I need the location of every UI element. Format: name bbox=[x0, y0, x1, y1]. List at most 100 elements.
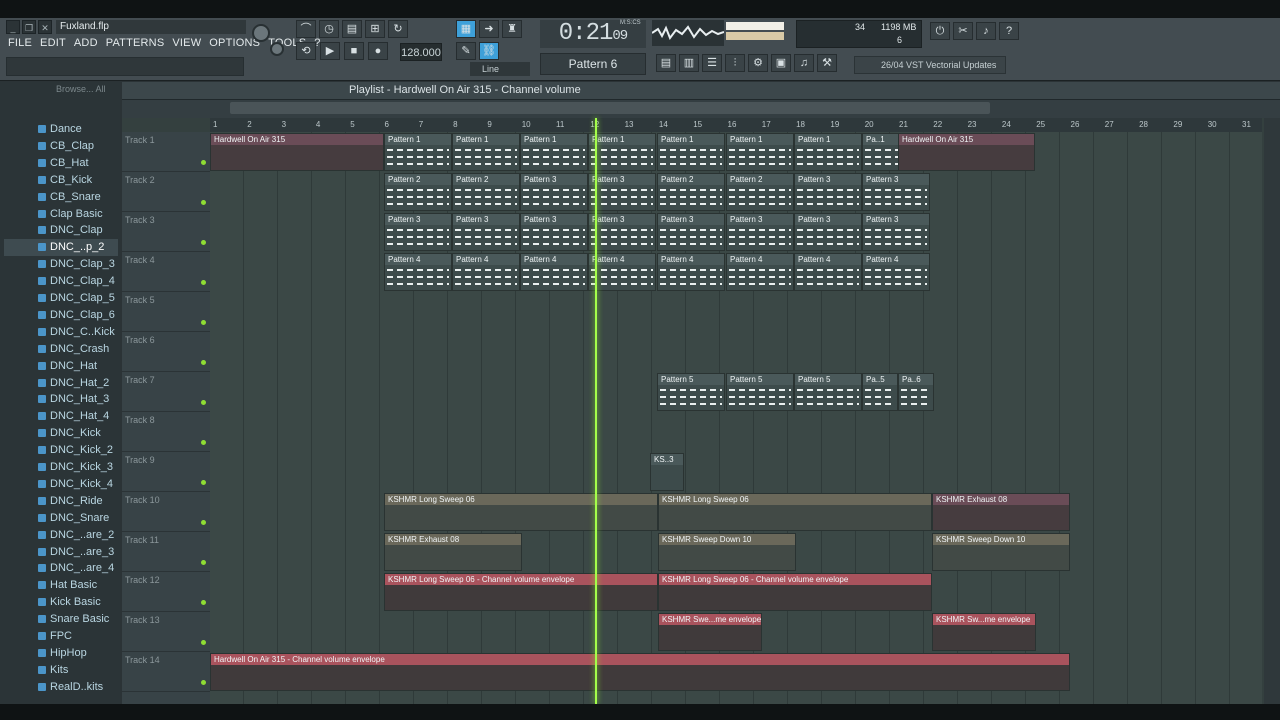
arrow-icon[interactable]: ➜ bbox=[479, 20, 499, 38]
playlist-clip[interactable]: Pattern 4 bbox=[794, 253, 862, 291]
playlist-clip[interactable]: Pattern 3 bbox=[588, 213, 656, 251]
play-button[interactable]: ▶ bbox=[320, 42, 340, 60]
master-pitch-knob[interactable] bbox=[270, 42, 284, 56]
track-active-led[interactable] bbox=[201, 520, 206, 525]
browser-item[interactable]: Clap Basic bbox=[4, 206, 118, 223]
playlist-clip[interactable]: KS..3 bbox=[650, 453, 684, 491]
playlist-clip[interactable]: Pattern 4 bbox=[588, 253, 656, 291]
playlist-clip[interactable]: Pattern 4 bbox=[452, 253, 520, 291]
browser-item[interactable]: DNC_Hat_3 bbox=[4, 391, 118, 408]
playlist-clip[interactable]: Pattern 3 bbox=[794, 213, 862, 251]
track-header[interactable]: Track 2 bbox=[122, 172, 210, 212]
browser-item[interactable]: CB_Snare bbox=[4, 189, 118, 206]
playlist-clip[interactable]: Pattern 3 bbox=[862, 173, 930, 211]
track-active-led[interactable] bbox=[201, 240, 206, 245]
playlist-clip[interactable]: Pattern 2 bbox=[726, 173, 794, 211]
track-active-led[interactable] bbox=[201, 280, 206, 285]
browser-item[interactable]: DNC_Hat_4 bbox=[4, 408, 118, 425]
playlist-clip[interactable]: KSHMR Long Sweep 06 bbox=[658, 493, 932, 531]
link-icon[interactable]: ⛓ bbox=[479, 42, 499, 60]
playlist-clip[interactable]: Pattern 1 bbox=[384, 133, 452, 171]
track-active-led[interactable] bbox=[201, 480, 206, 485]
track-header[interactable]: Track 13 bbox=[122, 612, 210, 652]
playlist-clip[interactable]: KSHMR Swe...me envelope bbox=[658, 613, 762, 651]
browser-item[interactable]: CB_Clap bbox=[4, 138, 118, 155]
step-edit-icon[interactable]: ▤ bbox=[342, 20, 362, 38]
browser-item[interactable]: DNC_Kick_2 bbox=[4, 442, 118, 459]
track-header[interactable]: Track 12 bbox=[122, 572, 210, 612]
pattern-selector[interactable]: Pattern 6 bbox=[540, 53, 646, 75]
stop-button[interactable]: ■ bbox=[344, 42, 364, 60]
browser-item[interactable]: Dance bbox=[4, 121, 118, 138]
playlist-clip[interactable]: KSHMR Sw...me envelope bbox=[932, 613, 1036, 651]
piano-roll-icon[interactable]: ▥ bbox=[679, 54, 699, 72]
record-button[interactable]: ● bbox=[368, 42, 388, 60]
menu-options[interactable]: OPTIONS bbox=[209, 37, 260, 49]
track-active-led[interactable] bbox=[201, 680, 206, 685]
pencil-icon[interactable]: ✎ bbox=[456, 42, 476, 60]
master-volume-knob[interactable] bbox=[252, 24, 270, 42]
track-header[interactable]: Track 8 bbox=[122, 412, 210, 452]
track-header[interactable]: Track 3 bbox=[122, 212, 210, 252]
close-button[interactable]: ✕ bbox=[38, 20, 52, 34]
browser-item[interactable]: DNC_Snare bbox=[4, 510, 118, 527]
browser-item[interactable]: DNC_Kick_4 bbox=[4, 476, 118, 493]
browser-item[interactable]: DNC_Clap_5 bbox=[4, 290, 118, 307]
playlist-clip[interactable]: Pattern 1 bbox=[588, 133, 656, 171]
playlist-clip[interactable]: KSHMR Long Sweep 06 - Channel volume env… bbox=[384, 573, 658, 611]
playlist-clip[interactable]: Pattern 2 bbox=[384, 173, 452, 211]
playlist-clip[interactable]: Pattern 3 bbox=[384, 213, 452, 251]
playlist-clip[interactable]: Pattern 5 bbox=[726, 373, 794, 411]
track-active-led[interactable] bbox=[201, 560, 206, 565]
playlist-clip[interactable]: KSHMR Sweep Down 10 bbox=[658, 533, 796, 571]
playlist-clip[interactable]: KSHMR Exhaust 08 bbox=[384, 533, 522, 571]
track-header[interactable]: Track 10 bbox=[122, 492, 210, 532]
browser-header[interactable]: Browse... All bbox=[4, 84, 120, 98]
browser-item[interactable]: DNC_Hat_2 bbox=[4, 375, 118, 392]
track-active-led[interactable] bbox=[201, 640, 206, 645]
playlist-clip[interactable]: Pattern 5 bbox=[657, 373, 725, 411]
playlist-clip[interactable]: Hardwell On Air 315 bbox=[898, 133, 1035, 171]
bucket-icon[interactable]: ♜ bbox=[502, 20, 522, 38]
track-header[interactable]: Track 1 bbox=[122, 132, 210, 172]
playlist-clip[interactable]: Pattern 1 bbox=[794, 133, 862, 171]
playlist-clip[interactable]: Pattern 1 bbox=[520, 133, 588, 171]
playlist-clip[interactable]: Pattern 4 bbox=[726, 253, 794, 291]
track-active-led[interactable] bbox=[201, 400, 206, 405]
playlist-clip[interactable]: Pattern 4 bbox=[384, 253, 452, 291]
browser-item[interactable]: DNC_..are_4 bbox=[4, 560, 118, 577]
help-icon[interactable]: ? bbox=[999, 22, 1019, 40]
restore-button[interactable]: ❐ bbox=[22, 20, 36, 34]
browser-item[interactable]: DNC_Clap bbox=[4, 222, 118, 239]
playlist-clip[interactable]: KSHMR Long Sweep 06 - Channel volume env… bbox=[658, 573, 932, 611]
song-pattern-icon[interactable]: ⌒ bbox=[296, 20, 316, 38]
track-header[interactable]: Track 6 bbox=[122, 332, 210, 372]
mic-icon[interactable]: ♪ bbox=[976, 22, 996, 40]
metronome-icon[interactable]: ◷ bbox=[319, 20, 339, 38]
playlist-clip[interactable]: Pattern 3 bbox=[726, 213, 794, 251]
playlist-clip[interactable]: Pattern 3 bbox=[520, 213, 588, 251]
track-header[interactable]: Track 11 bbox=[122, 532, 210, 572]
playlist-clip[interactable]: Hardwell On Air 315 - Channel volume env… bbox=[210, 653, 1070, 691]
track-active-led[interactable] bbox=[201, 360, 206, 365]
track-header[interactable]: Track 14 bbox=[122, 652, 210, 692]
track-header[interactable]: Track 5 bbox=[122, 292, 210, 332]
snap-select[interactable]: Line bbox=[470, 62, 530, 76]
plugin-icon[interactable]: ▣ bbox=[771, 54, 791, 72]
track-active-led[interactable] bbox=[201, 440, 206, 445]
playlist-clip[interactable]: KSHMR Long Sweep 06 bbox=[384, 493, 658, 531]
playlist-clip[interactable]: Pattern 3 bbox=[588, 173, 656, 211]
menu-edit[interactable]: EDIT bbox=[40, 37, 66, 49]
menu-add[interactable]: ADD bbox=[74, 37, 98, 49]
browser-item[interactable]: DNC_Clap_4 bbox=[4, 273, 118, 290]
playlist-clip[interactable]: Pa..6 bbox=[898, 373, 934, 411]
playlist-clip[interactable]: Pattern 4 bbox=[657, 253, 725, 291]
wrench-icon[interactable]: ⚒ bbox=[817, 54, 837, 72]
loop-record-icon[interactable]: ↻ bbox=[388, 20, 408, 38]
menu-file[interactable]: FILE bbox=[8, 37, 32, 49]
browser-item[interactable]: DNC_Kick bbox=[4, 425, 118, 442]
power-icon[interactable]: ⏻ bbox=[930, 22, 950, 40]
track-active-led[interactable] bbox=[201, 200, 206, 205]
browser-item[interactable]: Snare Basic bbox=[4, 611, 118, 628]
playlist-clip[interactable]: Pattern 3 bbox=[862, 213, 930, 251]
